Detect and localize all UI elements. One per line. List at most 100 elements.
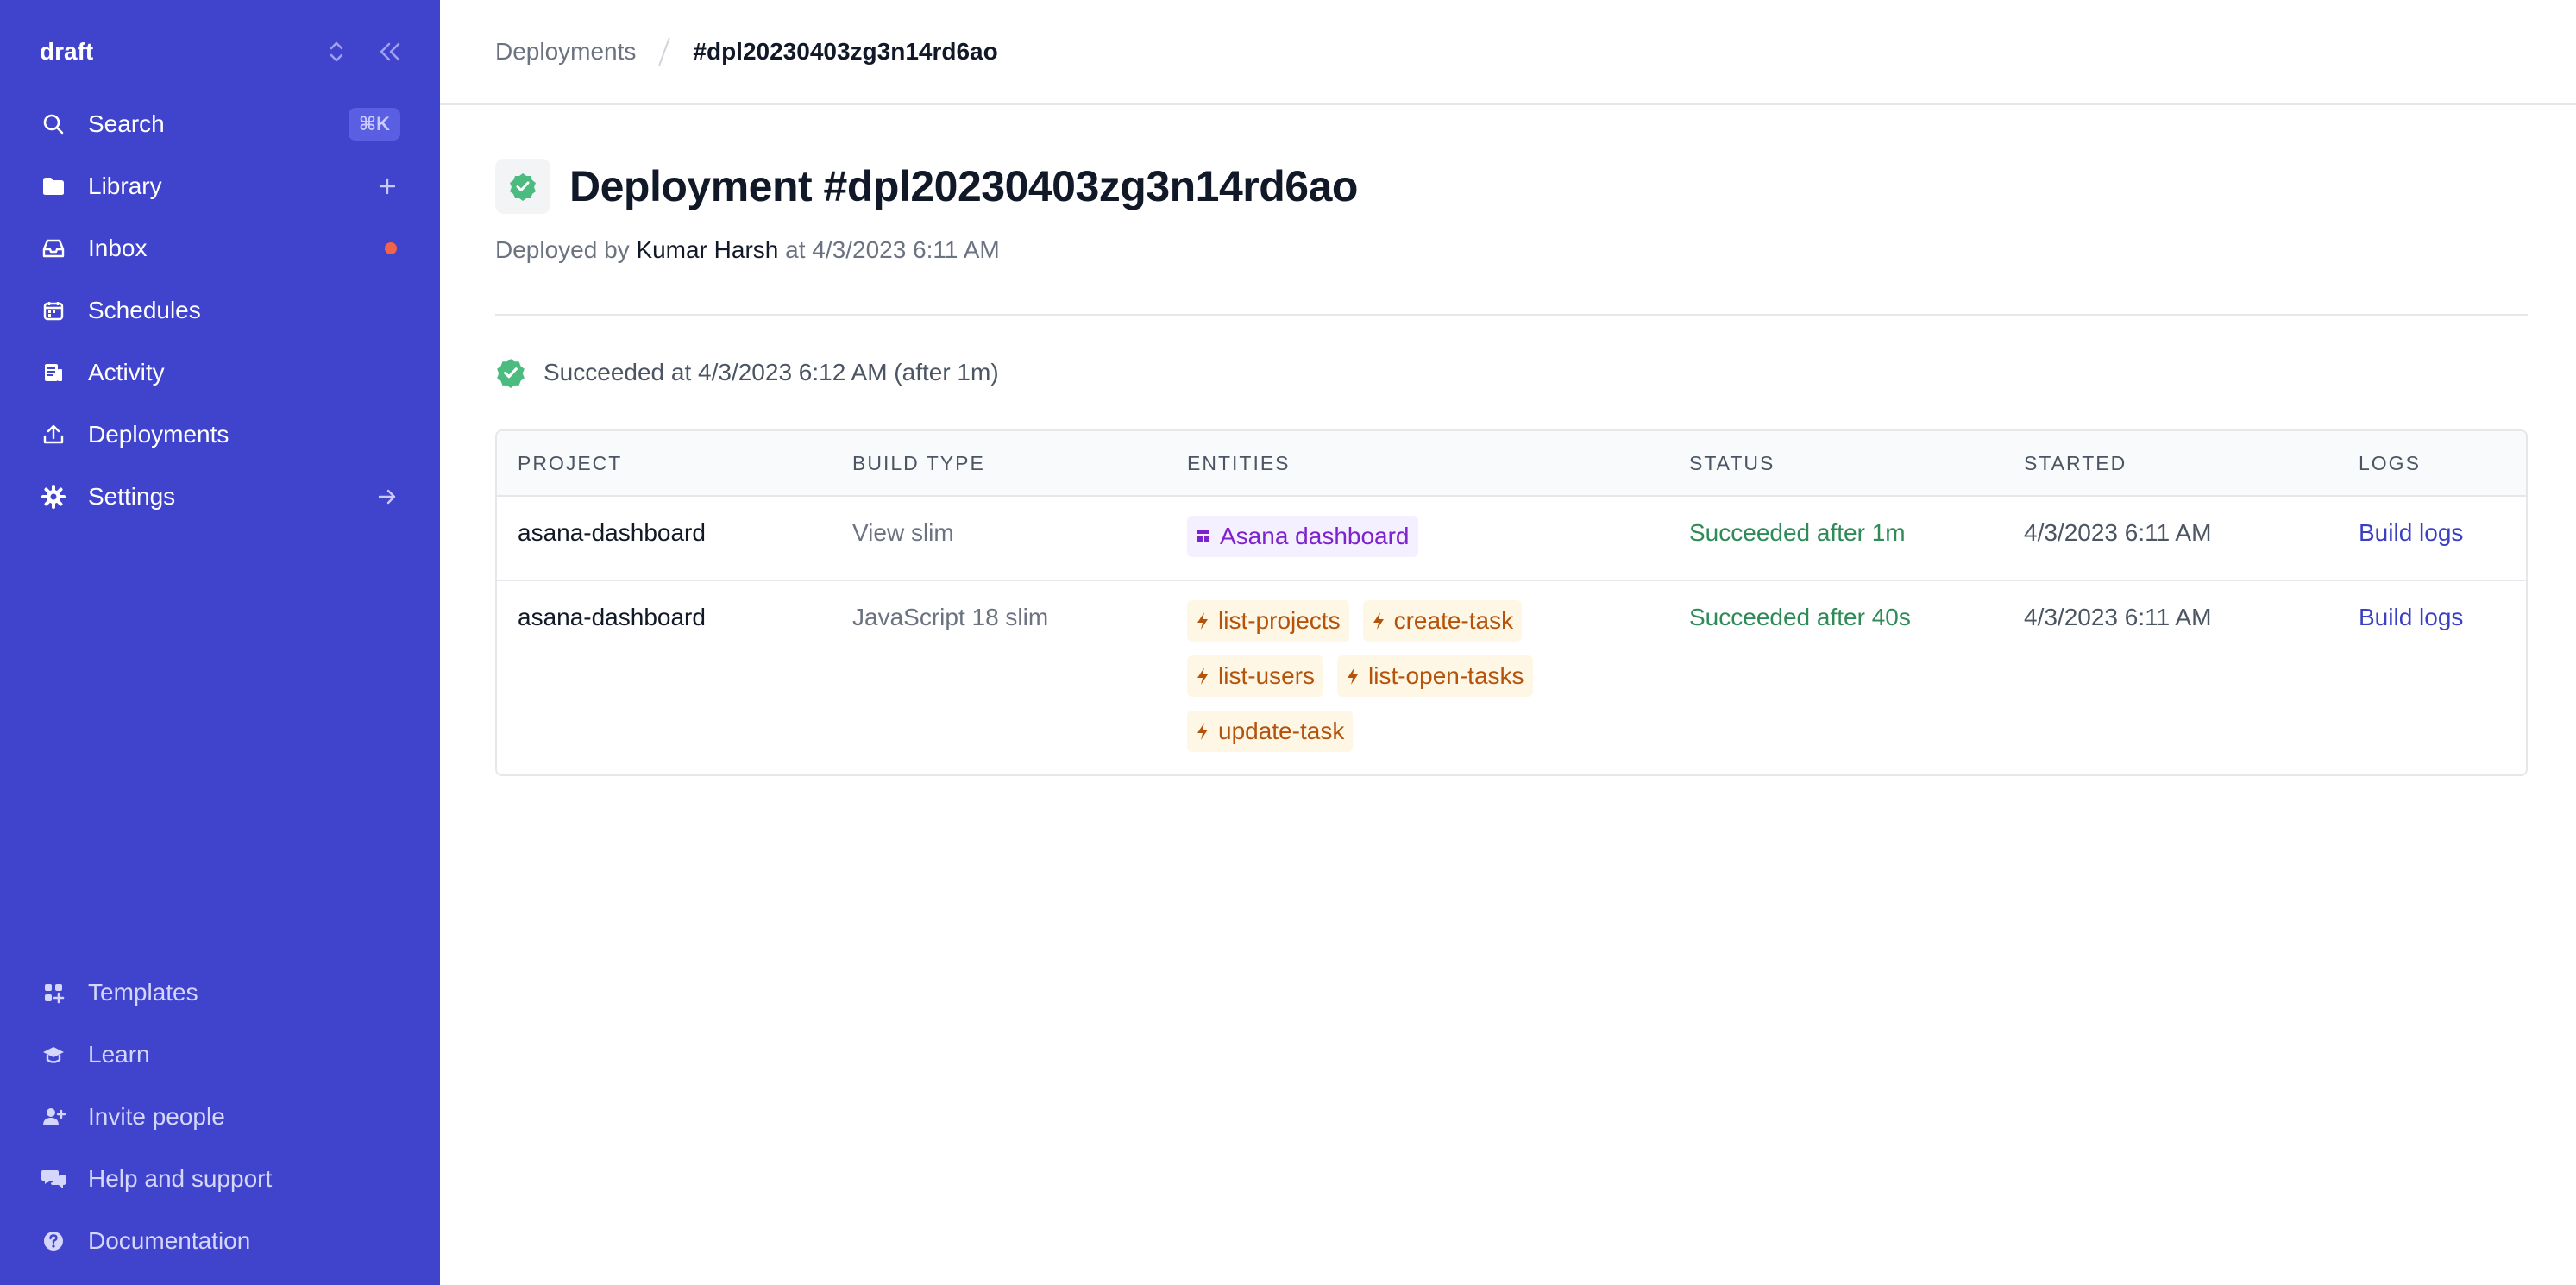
started-cell: 4/3/2023 6:11 AM (2024, 604, 2212, 630)
sidebar-item-label: Inbox (88, 235, 148, 261)
page-title: Deployment #dpl20230403zg3n14rd6ao (569, 162, 1358, 210)
app-icon (1197, 530, 1209, 542)
entity-tag[interactable]: create-task (1362, 600, 1523, 642)
status-badge (495, 159, 550, 214)
gear-icon (40, 483, 67, 511)
sidebar-item-library[interactable]: Library (24, 155, 416, 217)
collapse-sidebar-icon[interactable] (374, 36, 405, 67)
entity-tag[interactable]: list-open-tasks (1337, 655, 1533, 697)
sidebar-item-invite-people[interactable]: Invite people (24, 1086, 416, 1148)
chevron-up-down-icon[interactable] (321, 36, 352, 67)
sidebar-item-activity[interactable]: Activity (24, 342, 416, 404)
started-cell: 4/3/2023 6:11 AM (2024, 519, 2212, 546)
deployed-at-text: at 4/3/2023 6:11 AM (785, 236, 1000, 263)
sidebar-item-label: Library (88, 172, 162, 199)
page-header: Deployment #dpl20230403zg3n14rd6ao (495, 159, 2528, 214)
column-header: STARTED (2024, 451, 2127, 474)
sidebar-item-label: Learn (88, 1041, 150, 1068)
column-header: BUILD TYPE (852, 451, 985, 474)
sidebar: draft Search ⌘K Library Inbox Schedules … (0, 0, 440, 1285)
bolt-icon (1197, 723, 1208, 740)
column-header: ENTITIES (1187, 451, 1291, 474)
chat-icon (40, 1165, 67, 1193)
project-cell: asana-dashboard (518, 519, 706, 546)
folder-icon (40, 172, 67, 200)
sidebar-item-deployments[interactable]: Deployments (24, 404, 416, 466)
entity-label: list-projects (1218, 607, 1341, 634)
entity-tag[interactable]: list-users (1187, 655, 1324, 697)
column-header: PROJECT (518, 451, 623, 474)
sidebar-item-label: Help and support (88, 1165, 273, 1192)
table-row: asana-dashboard JavaScript 18 slim list-… (497, 580, 2526, 774)
inbox-icon (40, 235, 67, 262)
deployed-by-line: Deployed by Kumar Harsh at 4/3/2023 6:11… (495, 236, 2528, 264)
sidebar-footer: Templates Learn Invite people Help and s… (24, 962, 416, 1272)
bolt-icon (1197, 668, 1208, 685)
breadcrumb-separator (658, 37, 671, 66)
sidebar-item-documentation[interactable]: Documentation (24, 1210, 416, 1272)
project-cell: asana-dashboard (518, 604, 706, 630)
entity-label: list-users (1218, 662, 1316, 689)
sidebar-item-label: Invite people (88, 1103, 225, 1130)
builds-table: PROJECT BUILD TYPE ENTITIES STATUS START… (495, 429, 2528, 776)
sidebar-item-label: Documentation (88, 1227, 251, 1254)
main-content: Deployments #dpl20230403zg3n14rd6ao Depl… (440, 0, 2576, 1285)
deployer-name: Kumar Harsh (636, 236, 779, 263)
sidebar-item-label: Deployments (88, 421, 229, 448)
plus-icon[interactable] (374, 173, 400, 199)
sidebar-item-label: Settings (88, 483, 176, 510)
status-cell: Succeeded after 40s (1689, 604, 1911, 630)
bolt-icon (1197, 612, 1208, 630)
user-plus-icon (40, 1103, 67, 1131)
sidebar-item-label: Templates (88, 979, 198, 1006)
entity-label: list-open-tasks (1368, 662, 1524, 689)
grid-icon (40, 979, 67, 1006)
upload-icon (40, 421, 67, 448)
deployment-detail: Deployment #dpl20230403zg3n14rd6ao Deplo… (495, 105, 2528, 776)
sidebar-item-label: Schedules (88, 297, 201, 323)
breadcrumb-current: #dpl20230403zg3n14rd6ao (693, 38, 998, 65)
build-logs-link[interactable]: Build logs (2338, 497, 2526, 580)
entities-cell: list-projects create-task list-users lis… (1166, 581, 1668, 774)
table-header: PROJECT BUILD TYPE ENTITIES STATUS START… (497, 431, 2526, 495)
search-shortcut-badge: ⌘K (348, 108, 400, 141)
check-badge-icon (495, 357, 526, 388)
result-text: Succeeded at 4/3/2023 6:12 AM (after 1m) (543, 359, 999, 386)
entity-tag[interactable]: update-task (1187, 711, 1354, 752)
divider (495, 314, 2528, 316)
breadcrumb: Deployments #dpl20230403zg3n14rd6ao (440, 0, 2576, 105)
entity-label: Asana dashboard (1220, 523, 1410, 549)
column-header: LOGS (2359, 451, 2421, 474)
table-row: asana-dashboard View slim Asana dashboar… (497, 495, 2526, 580)
sidebar-item-inbox[interactable]: Inbox (24, 217, 416, 279)
sidebar-item-schedules[interactable]: Schedules (24, 279, 416, 342)
arrow-right-icon (374, 484, 400, 510)
sidebar-item-label: Search (88, 110, 165, 137)
build-type-cell: View slim (852, 519, 954, 546)
sidebar-item-search[interactable]: Search ⌘K (24, 93, 416, 155)
column-header: STATUS (1689, 451, 1775, 474)
sidebar-item-settings[interactable]: Settings (24, 466, 416, 528)
graduation-cap-icon (40, 1041, 67, 1069)
entity-tag[interactable]: list-projects (1187, 600, 1349, 642)
check-badge-icon (510, 173, 536, 201)
sidebar-item-label: Activity (88, 359, 165, 386)
entity-tag[interactable]: Asana dashboard (1187, 516, 1418, 557)
unread-dot (385, 242, 397, 254)
breadcrumb-deployments-link[interactable]: Deployments (495, 38, 636, 66)
deployed-by-label: Deployed by (495, 236, 630, 263)
bolt-icon (1373, 612, 1384, 630)
activity-icon (40, 359, 67, 386)
sidebar-item-templates[interactable]: Templates (24, 962, 416, 1024)
search-icon (40, 110, 67, 138)
build-logs-link[interactable]: Build logs (2338, 581, 2526, 774)
calendar-icon (40, 297, 67, 324)
entity-label: update-task (1218, 718, 1345, 744)
sidebar-item-help-support[interactable]: Help and support (24, 1148, 416, 1210)
sidebar-item-learn[interactable]: Learn (24, 1024, 416, 1086)
sidebar-nav: Search ⌘K Library Inbox Schedules Activi… (24, 93, 416, 528)
question-icon (40, 1227, 67, 1255)
workspace-switcher[interactable]: draft (40, 33, 405, 71)
deployment-result: Succeeded at 4/3/2023 6:12 AM (after 1m) (495, 357, 2528, 388)
workspace-name: draft (40, 38, 94, 65)
